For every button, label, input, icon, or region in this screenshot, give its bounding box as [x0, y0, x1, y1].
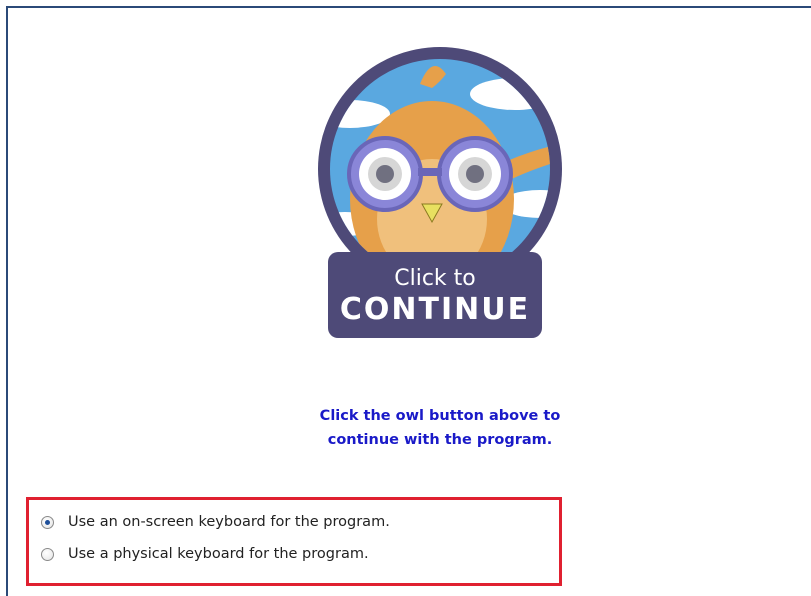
option-on-screen-keyboard[interactable]: Use an on-screen keyboard for the progra…: [41, 514, 390, 530]
instruction-line-2: continue with the program.: [327, 432, 553, 448]
option-physical-keyboard-label: Use a physical keyboard for the program.: [68, 546, 369, 562]
owl-continue-button[interactable]: [290, 44, 590, 344]
radio-physical-keyboard[interactable]: [41, 547, 54, 561]
instruction-line-1: Click the owl button above to: [319, 408, 561, 424]
option-on-screen-keyboard-label: Use an on-screen keyboard for the progra…: [68, 514, 390, 530]
instruction-text: Click the owl button above to continue w…: [230, 404, 650, 452]
owl-illustration: [318, 47, 562, 338]
option-physical-keyboard[interactable]: Use a physical keyboard for the program.: [41, 546, 369, 562]
radio-on-screen-keyboard[interactable]: [41, 515, 54, 529]
keyboard-options-box: Use an on-screen keyboard for the progra…: [26, 497, 562, 586]
